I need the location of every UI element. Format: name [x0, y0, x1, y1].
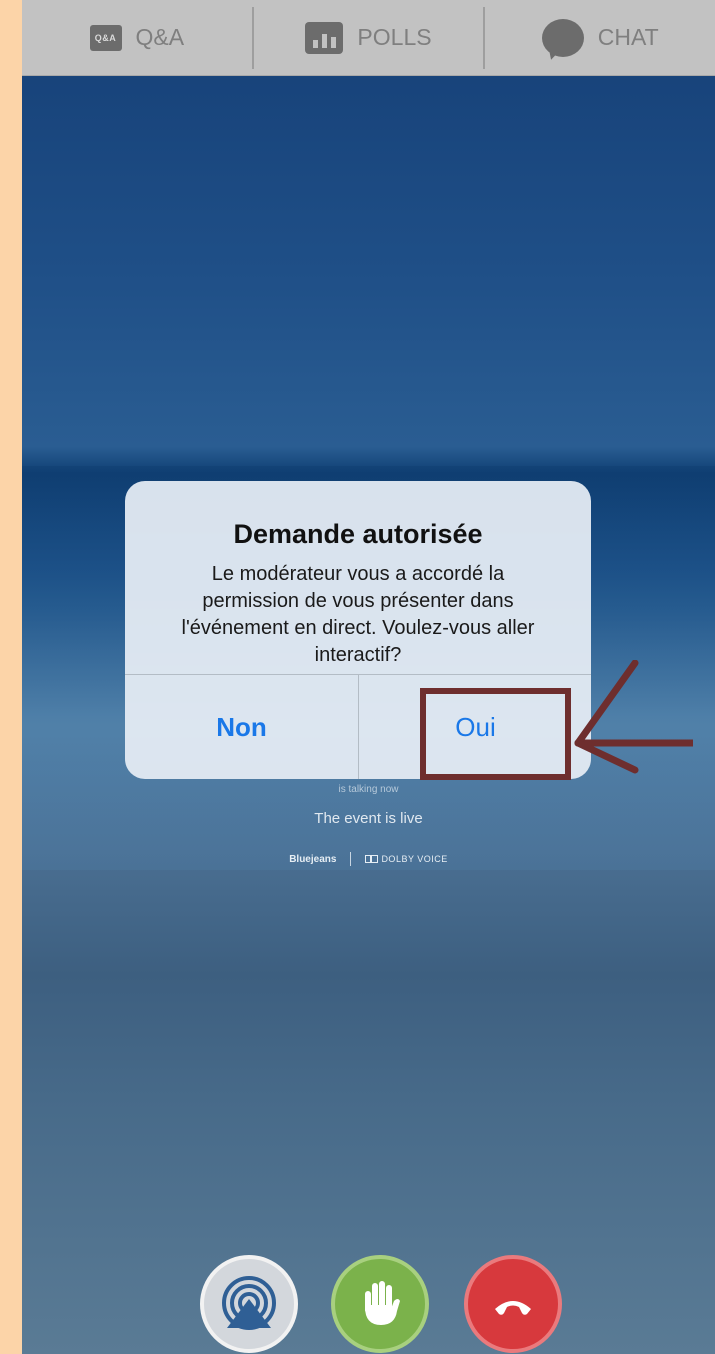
- tab-polls[interactable]: POLLS: [254, 0, 484, 75]
- event-status: The event is live: [314, 810, 423, 827]
- tab-polls-label: POLLS: [357, 24, 432, 50]
- dialog-message: Le modérateur vous a accordé la permissi…: [181, 563, 535, 666]
- poll-icon: [305, 21, 344, 54]
- dolby-icon: [365, 854, 379, 863]
- phone-hangup-icon: [495, 1301, 531, 1315]
- broadcast-icon: [222, 1276, 276, 1330]
- hand-icon: [365, 1281, 400, 1325]
- tab-bar: Q&A Q&A POLLS CHAT: [22, 0, 715, 76]
- annotation-arrow-icon: [574, 660, 693, 774]
- tab-chat[interactable]: CHAT: [485, 0, 715, 75]
- raise-hand-button[interactable]: [331, 1255, 429, 1353]
- brand-footer: Bluejeans DOLBY VOICE: [22, 852, 715, 866]
- tab-qa[interactable]: Q&A Q&A: [22, 0, 252, 75]
- present-button[interactable]: [200, 1255, 298, 1353]
- dolby-voice-logo: DOLBY VOICE: [365, 854, 447, 865]
- talking-indicator: is talking now: [338, 784, 399, 795]
- hang-up-button[interactable]: [464, 1255, 562, 1353]
- annotation-highlight-box: [420, 688, 571, 780]
- tab-qa-label: Q&A: [135, 24, 185, 50]
- chat-bubble-icon: [541, 18, 584, 57]
- decline-button[interactable]: Non: [125, 675, 358, 779]
- dolby-label: DOLBY VOICE: [381, 853, 448, 864]
- dialog-title: Demande autorisée: [233, 519, 483, 549]
- bluejeans-logo: Bluejeans: [289, 853, 337, 865]
- brand-divider: [350, 852, 352, 866]
- tab-chat-label: CHAT: [597, 24, 659, 50]
- qa-icon: Q&A: [89, 24, 122, 51]
